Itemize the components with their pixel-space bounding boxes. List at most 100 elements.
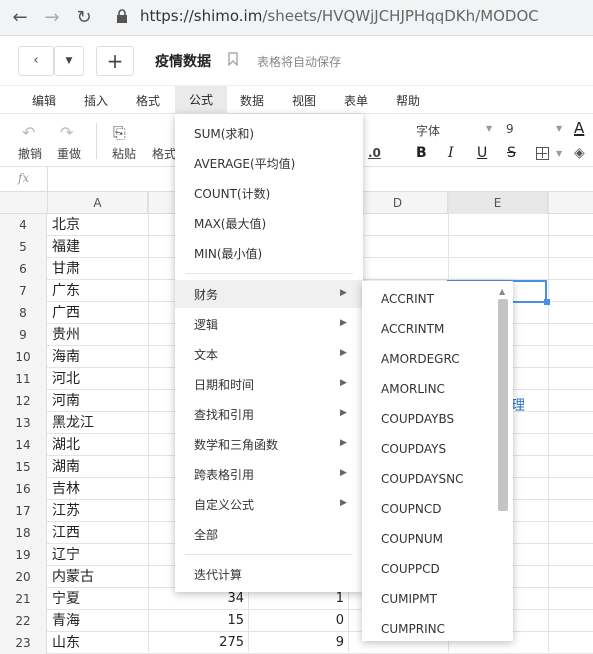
menu-item-text[interactable]: 文本 [194, 346, 218, 363]
submenu-item[interactable]: AMORLINC [381, 382, 445, 396]
menu-item-min[interactable]: MIN(最小值) [194, 245, 262, 262]
row-number[interactable]: 17 [0, 500, 47, 522]
menu-item-crosssheet[interactable]: 跨表格引用 [194, 466, 254, 483]
cell-province[interactable]: 黑龙江 [52, 412, 94, 434]
row-number[interactable]: 18 [0, 522, 47, 544]
font-select[interactable]: 字体 [416, 122, 440, 139]
reload-icon[interactable]: ↻ [72, 6, 96, 30]
menu-item-sum[interactable]: SUM(求和) [194, 125, 254, 142]
submenu-item[interactable]: COUPPCD [381, 562, 440, 576]
cell-province[interactable]: 内蒙古 [52, 566, 94, 588]
menu-item-count[interactable]: COUNT(计数) [194, 185, 270, 202]
forward-arrow-icon[interactable]: → [40, 6, 64, 30]
column-header-d[interactable]: D [348, 192, 448, 214]
column-header-e[interactable]: E [448, 192, 548, 214]
cell-link-fragment[interactable]: 理 [511, 395, 525, 415]
fill-handle[interactable] [544, 299, 550, 305]
row-number[interactable]: 21 [0, 588, 47, 610]
submenu-item[interactable]: COUPDAYSNC [381, 472, 463, 486]
menu-formula[interactable]: 公式 [175, 86, 227, 114]
cell-province[interactable]: 甘肃 [52, 258, 80, 280]
paste-label[interactable]: 粘贴 [112, 145, 136, 162]
dropdown-chevron-icon[interactable]: ▼ [54, 46, 84, 76]
text-color-icon[interactable]: A [574, 119, 584, 137]
menu-data[interactable]: 数据 [240, 92, 264, 109]
cell-value[interactable]: 15 [148, 610, 244, 632]
cell-province[interactable]: 山东 [52, 632, 80, 654]
cell-value[interactable]: 275 [148, 632, 244, 654]
borders-chevron-icon[interactable]: ▼ [556, 149, 562, 158]
back-button[interactable]: ‹ [18, 46, 54, 76]
submenu-item[interactable]: AMORDEGRC [381, 352, 460, 366]
cell-province[interactable]: 广西 [52, 302, 80, 324]
borders-icon[interactable] [536, 147, 549, 160]
cell-value[interactable]: 0 [250, 610, 344, 632]
cell-province[interactable]: 青海 [52, 610, 80, 632]
row-number[interactable]: 16 [0, 478, 47, 500]
menu-insert[interactable]: 插入 [84, 92, 108, 109]
submenu-item[interactable]: CUMIPMT [381, 592, 437, 606]
submenu-item[interactable]: COUPNUM [381, 532, 443, 546]
row-number[interactable]: 11 [0, 368, 47, 390]
cell-province[interactable]: 宁夏 [52, 588, 80, 610]
row-number[interactable]: 20 [0, 566, 47, 588]
redo-icon[interactable]: ↷ [60, 123, 73, 142]
bold-button[interactable]: B [416, 145, 427, 161]
row-number[interactable]: 14 [0, 434, 47, 456]
new-button[interactable]: + [96, 46, 134, 76]
format-painter-label[interactable]: 格式 [152, 145, 176, 162]
cell-province[interactable]: 河南 [52, 390, 80, 412]
row-number[interactable]: 19 [0, 544, 47, 566]
menu-item-datetime[interactable]: 日期和时间 [194, 376, 254, 393]
decimal-button[interactable]: .0 [368, 146, 381, 160]
submenu-item[interactable]: CUMPRINC [381, 622, 445, 636]
cell-province[interactable]: 吉林 [52, 478, 80, 500]
undo-label[interactable]: 撤销 [18, 145, 42, 162]
menu-edit[interactable]: 编辑 [32, 92, 56, 109]
column-header-a[interactable]: A [48, 192, 148, 214]
italic-button[interactable]: I [448, 145, 454, 161]
row-number[interactable]: 9 [0, 324, 47, 346]
cell-province[interactable]: 海南 [52, 346, 80, 368]
submenu-item[interactable]: COUPDAYBS [381, 412, 454, 426]
menu-item-average[interactable]: AVERAGE(平均值) [194, 155, 295, 172]
cell-province[interactable]: 广东 [52, 280, 80, 302]
cell-province[interactable]: 江苏 [52, 500, 80, 522]
underline-button[interactable]: U [477, 145, 487, 161]
font-chevron-icon[interactable]: ▼ [486, 124, 492, 133]
row-number[interactable]: 13 [0, 412, 47, 434]
address-bar[interactable]: https://shimo.im/sheets/HVQWjJCHJPHqqDKh… [140, 7, 539, 25]
row-number[interactable]: 8 [0, 302, 47, 324]
size-chevron-icon[interactable]: ▼ [556, 124, 562, 133]
row-number[interactable]: 23 [0, 632, 47, 654]
menu-item-all[interactable]: 全部 [194, 526, 218, 543]
cell-province[interactable]: 贵州 [52, 324, 80, 346]
redo-label[interactable]: 重做 [57, 145, 81, 162]
row-number[interactable]: 22 [0, 610, 47, 632]
cell-province[interactable]: 河北 [52, 368, 80, 390]
strikethrough-button[interactable]: S [507, 145, 516, 161]
cell-value[interactable]: 9 [250, 632, 344, 654]
menu-item-custom[interactable]: 自定义公式 [194, 496, 254, 513]
menu-form[interactable]: 表单 [344, 92, 368, 109]
submenu-scroll-thumb[interactable] [498, 299, 508, 511]
fill-color-icon[interactable]: ◈ [574, 145, 585, 161]
cell-province[interactable]: 江西 [52, 522, 80, 544]
row-number[interactable]: 7 [0, 280, 47, 302]
menu-help[interactable]: 帮助 [396, 92, 420, 109]
bookmark-icon[interactable] [228, 52, 238, 67]
font-size-select[interactable]: 9 [506, 122, 514, 136]
row-number[interactable]: 10 [0, 346, 47, 368]
menu-item-lookup[interactable]: 查找和引用 [194, 406, 254, 423]
menu-item-logical[interactable]: 逻辑 [194, 316, 218, 333]
menu-format[interactable]: 格式 [136, 92, 160, 109]
cell-province[interactable]: 辽宁 [52, 544, 80, 566]
menu-item-max[interactable]: MAX(最大值) [194, 215, 266, 232]
row-number[interactable]: 15 [0, 456, 47, 478]
scroll-up-icon[interactable]: ▲ [499, 287, 505, 296]
paste-icon[interactable]: ⎘ [113, 123, 126, 143]
submenu-item[interactable]: ACCRINTM [381, 322, 444, 336]
row-number[interactable]: 12 [0, 390, 47, 412]
submenu-item[interactable]: COUPDAYS [381, 442, 446, 456]
cell-province[interactable]: 北京 [52, 214, 80, 236]
